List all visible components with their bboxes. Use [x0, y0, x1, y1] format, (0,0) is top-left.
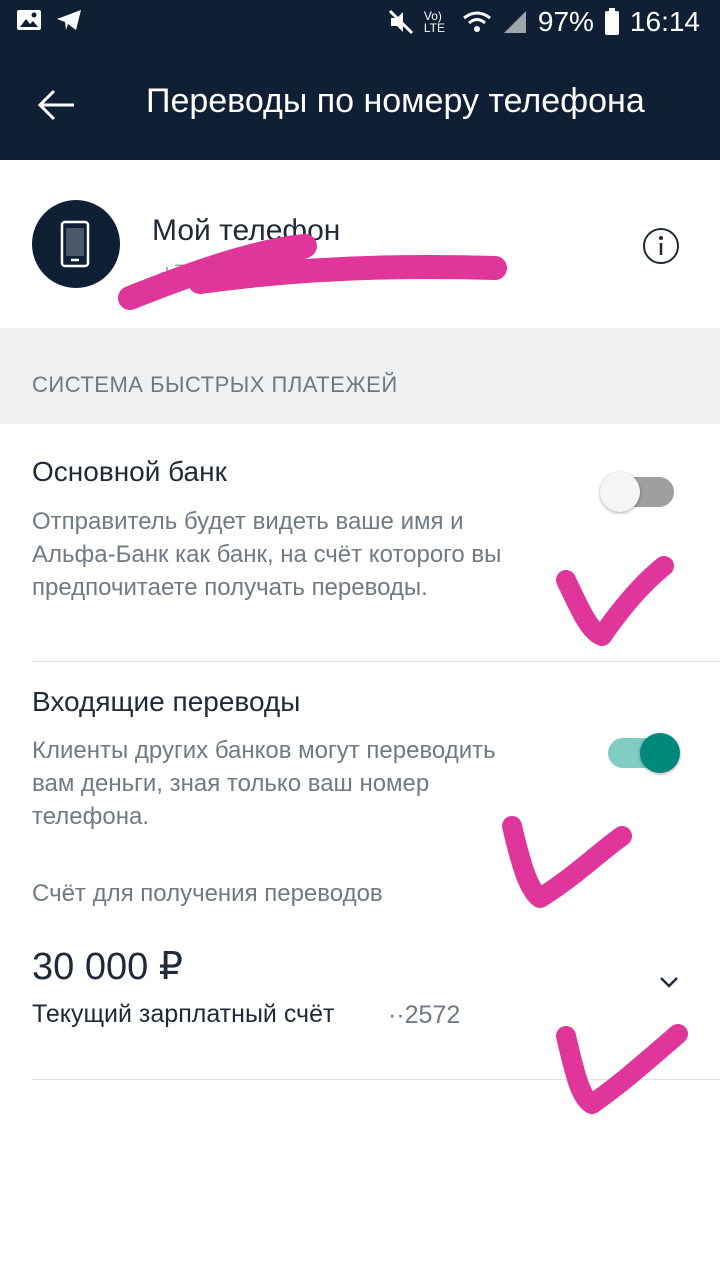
battery-level: 97%: [537, 6, 594, 37]
signal-icon: [503, 11, 526, 33]
phone-icon: [60, 220, 90, 268]
network-label: Vo) LTE: [423, 9, 445, 35]
main-bank-description: Отправитель будет видеть ваше имя и Альф…: [32, 508, 502, 601]
phone-number: +7: [160, 260, 188, 287]
section-title: СИСТЕМА БЫСТРЫХ ПЛАТЕЖЕЙ: [32, 372, 398, 397]
main-bank-title: Основной банк: [32, 456, 227, 487]
telegram-icon: [57, 10, 81, 30]
chevron-down-icon[interactable]: [658, 974, 680, 990]
my-phone-card[interactable]: Мой телефон +7: [0, 160, 720, 328]
divider: [32, 1079, 720, 1080]
wifi-icon: [462, 11, 491, 32]
info-icon[interactable]: [642, 227, 680, 265]
account-number: ··2572: [388, 1001, 461, 1029]
section-header: СИСТЕМА БЫСТРЫХ ПЛАТЕЖЕЙ: [0, 328, 720, 424]
toggle-knob: [600, 472, 640, 512]
mute-icon: [388, 9, 413, 35]
account-amount: 30 000 ₽: [32, 946, 183, 988]
incoming-title: Входящие переводы: [32, 686, 301, 717]
toggle-knob: [640, 733, 680, 773]
battery-icon: [604, 8, 619, 35]
avatar: [32, 200, 120, 288]
main-bank-toggle[interactable]: [600, 472, 674, 512]
clock: 16:14: [629, 6, 700, 37]
account-label: Счёт для получения переводов: [32, 880, 383, 907]
phone-title: Мой телефон: [152, 214, 341, 247]
gallery-icon: [17, 10, 41, 30]
divider: [32, 661, 720, 662]
account-name: Текущий зарплатный счёт: [32, 1000, 335, 1028]
page-title: Переводы по номеру телефона: [146, 82, 645, 120]
app-bar: Переводы по номеру телефона: [0, 48, 720, 160]
incoming-toggle[interactable]: [608, 733, 680, 773]
incoming-description: Клиенты других банков могут переводить в…: [32, 737, 496, 830]
back-arrow-icon[interactable]: [36, 84, 78, 126]
status-bar: Vo) LTE 97% 16:14: [0, 0, 720, 48]
